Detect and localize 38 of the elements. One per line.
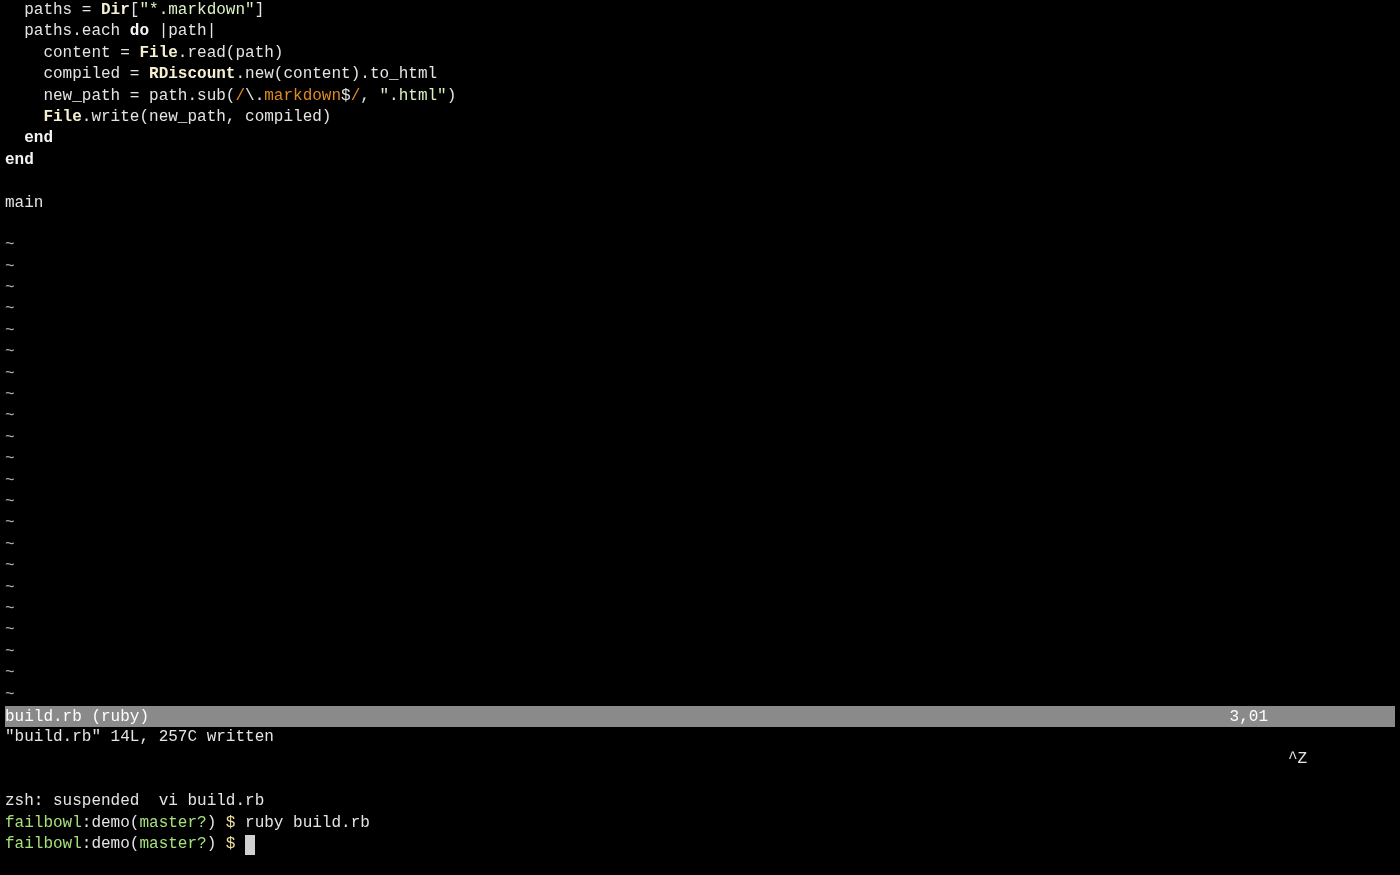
empty-line-marker: ~: [5, 364, 15, 383]
empty-line-marker: ~: [5, 386, 15, 405]
shell-line: zsh: suspended vi build.rb: [5, 791, 265, 813]
code-line: paths.each do |path|: [23, 21, 217, 43]
code-line: paths = Dir["*.markdown"]: [23, 0, 265, 21]
empty-line-marker: ~: [5, 236, 15, 255]
code-line: new_path = path.sub(/\.markdown$/, ".html"): [42, 85, 457, 107]
empty-line-marker: ~: [5, 621, 15, 640]
empty-line-marker: ~: [5, 685, 15, 704]
code-line: content = File.read(path): [42, 42, 284, 64]
empty-line-marker: ~: [5, 279, 15, 298]
file-name: build.rb (ruby): [5, 706, 150, 728]
cursor-position: 3,01: [1229, 706, 1268, 728]
code-line: end: [5, 149, 34, 171]
empty-line-marker: ~: [5, 257, 15, 276]
empty-line-marker: ~: [5, 664, 15, 683]
empty-line-marker: ~: [5, 557, 15, 576]
empty-line-marker: ~: [5, 428, 15, 447]
code-line: File.write(new_path, compiled): [42, 106, 332, 128]
empty-line-marker: ~: [5, 642, 15, 661]
empty-line-marker: ~: [5, 471, 15, 490]
empty-line-marker: ~: [5, 535, 15, 554]
empty-line-marker: ~: [5, 321, 15, 340]
empty-line-marker: ~: [5, 493, 15, 511]
code-line: main: [5, 192, 44, 214]
empty-line-marker: ~: [5, 407, 15, 426]
empty-line-marker: ~: [5, 300, 15, 319]
shell-line: failbowl:demo(master?) $: [5, 834, 236, 856]
code-line: compiled = RDiscount.new(content).to_html: [42, 64, 438, 86]
code-line: end: [23, 128, 53, 150]
empty-line-marker: ~: [5, 578, 15, 597]
empty-line-marker: ~: [5, 514, 15, 533]
shell-line: failbowl:demo(master?) $ ruby build.rb: [5, 812, 370, 834]
empty-line-marker: ~: [5, 343, 15, 362]
empty-line-marker: ~: [5, 450, 15, 469]
status-message: "build.rb" 14L, 257C written: [5, 728, 274, 747]
empty-line-marker: ~: [5, 599, 15, 618]
pending-keys: ^Z: [1288, 748, 1308, 771]
